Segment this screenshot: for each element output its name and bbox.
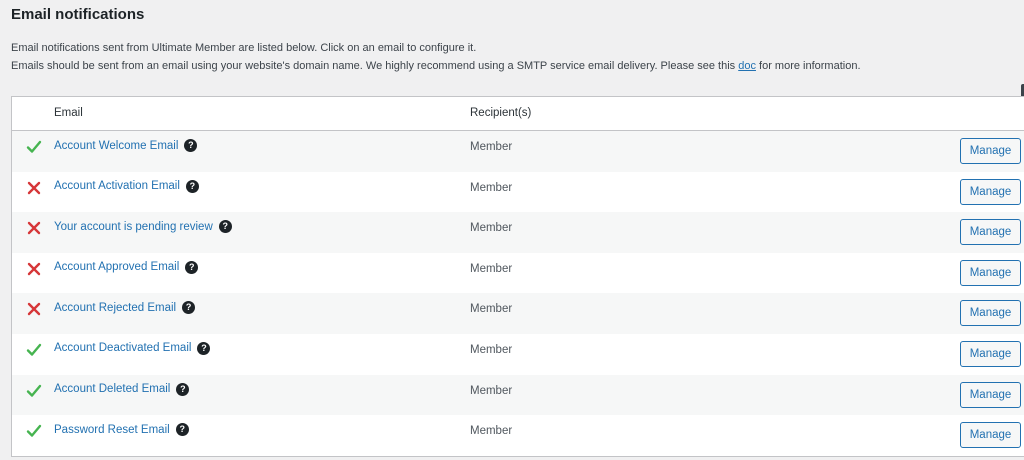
- email-link[interactable]: Account Activation Email: [54, 180, 180, 192]
- table-row: Account Rejected Email? Member Manage: [12, 293, 1024, 334]
- check-icon: [26, 384, 42, 397]
- help-icon[interactable]: ?: [175, 423, 189, 437]
- table-row: Your account is pending review? Member Man…: [12, 212, 1024, 253]
- manage-button[interactable]: Manage: [960, 340, 1021, 367]
- recipient-cell: Member: [470, 262, 513, 275]
- manage-button[interactable]: Manage: [960, 300, 1021, 327]
- doc-link[interactable]: doc: [738, 60, 756, 72]
- intro-text: Email notifications sent from Ultimate M…: [11, 39, 861, 75]
- intro-line-2-before: Emails should be sent from an email usin…: [11, 60, 739, 72]
- email-cell: Account Deactivated Email?: [54, 341, 211, 355]
- check-icon: [26, 424, 42, 437]
- cross-icon: [27, 262, 41, 275]
- table-row: Account Deactivated Email? Member Manage: [12, 333, 1024, 375]
- email-cell: Account Rejected Email?: [54, 301, 196, 315]
- help-icon[interactable]: ?: [218, 220, 232, 234]
- recipient-cell: Member: [470, 222, 513, 235]
- table-row: Account Welcome Email? Member Manage: [12, 131, 1024, 172]
- check-icon: [26, 140, 42, 153]
- email-link[interactable]: Account Welcome Email: [54, 140, 178, 152]
- email-cell: Password Reset Email?: [54, 423, 189, 437]
- recipient-cell: Member: [470, 141, 513, 153]
- check-icon: [26, 343, 42, 356]
- help-icon[interactable]: ?: [185, 260, 199, 274]
- recipient-cell: Member: [470, 384, 513, 397]
- email-link[interactable]: Your account is pending review: [54, 221, 213, 233]
- recipient-cell: Member: [470, 303, 513, 316]
- email-link[interactable]: Account Deleted Email: [54, 383, 170, 395]
- email-link[interactable]: Account Rejected Email: [54, 302, 176, 314]
- manage-button[interactable]: Manage: [960, 178, 1021, 205]
- manage-button[interactable]: Manage: [960, 219, 1021, 246]
- table-row: Account Activation Email? Member Manage: [12, 171, 1024, 213]
- email-cell: Account Approved Email?: [54, 260, 199, 274]
- intro-line-2: Emails should be sent from an email usin…: [11, 57, 861, 75]
- page-title: Email notifications: [11, 6, 145, 23]
- cross-icon: [27, 221, 41, 235]
- column-header-email: Email: [54, 107, 83, 119]
- manage-button[interactable]: Manage: [960, 138, 1021, 164]
- manage-button[interactable]: Manage: [960, 422, 1021, 449]
- table-row: Password Reset Email? Member Manage: [12, 415, 1024, 456]
- intro-line-1: Email notifications sent from Ultimate M…: [11, 42, 477, 54]
- intro-line-2-after: for more information.: [755, 60, 861, 72]
- recipient-cell: Member: [470, 343, 513, 356]
- email-link[interactable]: Account Deactivated Email: [54, 342, 191, 354]
- email-cell: Your account is pending review?: [54, 220, 232, 234]
- manage-button[interactable]: Manage: [960, 381, 1021, 408]
- column-header-recipients: Recipient(s): [470, 107, 532, 119]
- help-icon[interactable]: ?: [176, 382, 190, 396]
- cross-icon: [27, 303, 41, 316]
- email-cell: Account Welcome Email?: [54, 139, 198, 152]
- help-icon[interactable]: ?: [184, 139, 198, 152]
- email-cell: Account Activation Email?: [54, 179, 199, 193]
- cross-icon: [27, 181, 41, 194]
- recipient-cell: Member: [470, 181, 513, 194]
- recipient-cell: Member: [470, 425, 513, 438]
- help-icon[interactable]: ?: [185, 179, 199, 193]
- table-row: Account Deleted Email? Member Manage: [12, 374, 1024, 416]
- email-link[interactable]: Account Approved Email: [54, 261, 179, 273]
- email-cell: Account Deleted Email?: [54, 382, 190, 396]
- help-icon[interactable]: ?: [197, 341, 211, 355]
- table-body: Account Welcome Email? Member Manage Accoun…: [12, 131, 1024, 456]
- table-header: Email Recipient(s): [12, 97, 1024, 131]
- manage-button[interactable]: Manage: [960, 259, 1021, 286]
- email-link[interactable]: Password Reset Email: [54, 424, 170, 436]
- table-row: Account Approved Email? Member Manage: [12, 252, 1024, 294]
- help-icon[interactable]: ?: [182, 301, 196, 315]
- email-notifications-table: Email Recipient(s) Account Welcome Email…: [11, 96, 1024, 457]
